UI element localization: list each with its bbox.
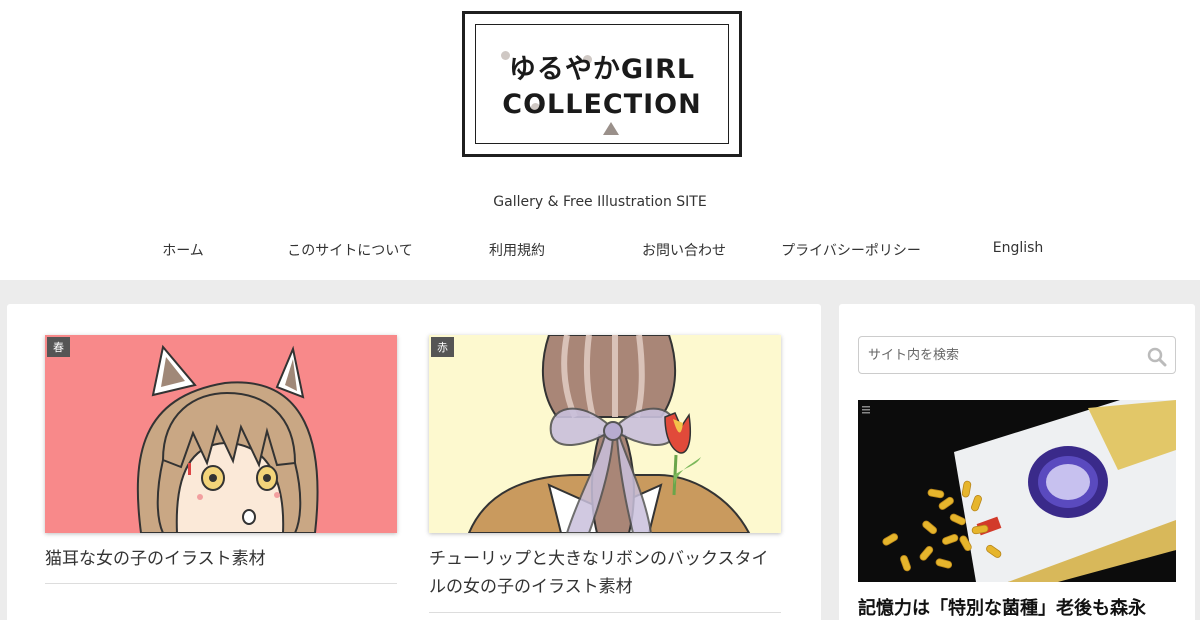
post-title[interactable]: 猫耳な女の子のイラスト素材 (45, 545, 397, 573)
category-badge[interactable]: 春 (47, 337, 70, 357)
site-logo[interactable]: ゆるやかGIRL COLLECTION (462, 11, 742, 157)
nav-item-home[interactable]: ホーム (100, 240, 266, 260)
global-nav: ホーム このサイトについて 利用規約 お問い合わせ プライバシーポリシー Eng… (100, 240, 1100, 262)
nav-item-contact[interactable]: お問い合わせ (601, 240, 767, 260)
nav-item-english[interactable]: English (935, 240, 1101, 256)
nav-item-privacy[interactable]: プライバシーポリシー (768, 240, 934, 260)
supplement-ad-photo (858, 400, 1176, 582)
nav-item-about[interactable]: このサイトについて (267, 240, 433, 260)
main-content: 春 猫耳な女の子のイラスト素材 赤 チューリップと大きなリボンのバックスタイルの… (7, 304, 821, 620)
logo-text-line2: COLLECTION (502, 89, 702, 120)
site-header: ゆるやかGIRL COLLECTION Gallery & Free Illus… (0, 0, 1200, 280)
sidebar: 記憶力は「特別な菌種」老後も森永 (839, 304, 1195, 620)
post-thumbnail[interactable]: 赤 (429, 335, 781, 533)
cat-ear-girl-illustration (136, 344, 319, 533)
ad-image[interactable] (858, 400, 1176, 582)
nav-item-terms[interactable]: 利用規約 (434, 240, 600, 260)
site-tagline: Gallery & Free Illustration SITE (493, 194, 707, 210)
logo-triangle-icon (603, 122, 619, 135)
search-input[interactable] (859, 337, 1139, 373)
card-divider (45, 583, 397, 584)
logo-inner-frame: ゆるやかGIRL COLLECTION (475, 24, 729, 144)
search-box (858, 336, 1176, 374)
ribbon-girl-illustration (467, 335, 751, 533)
post-thumbnail[interactable]: 春 (45, 335, 397, 533)
category-badge[interactable]: 赤 (431, 337, 454, 357)
menu-icon (862, 406, 870, 414)
card-divider (429, 612, 781, 613)
logo-text-line1: ゆるやかGIRL (508, 54, 696, 85)
post-title[interactable]: チューリップと大きなリボンのバックスタイルの女の子のイラスト素材 (429, 545, 781, 601)
ad-headline[interactable]: 記憶力は「特別な菌種」老後も森永 (858, 594, 1198, 620)
search-icon[interactable] (1147, 347, 1167, 367)
